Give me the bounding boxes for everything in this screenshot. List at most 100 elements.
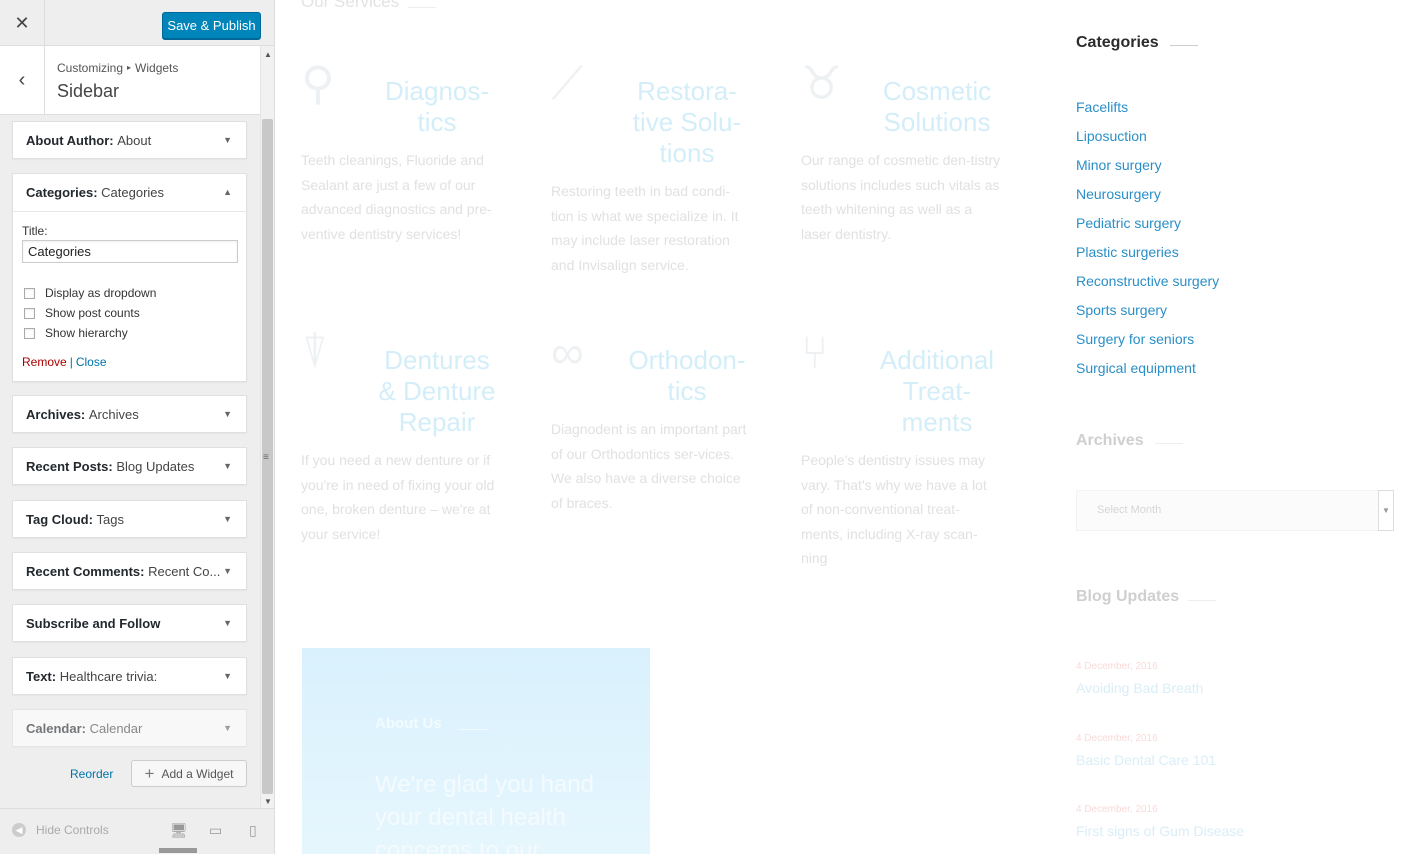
dropdown-checkbox[interactable] [24, 287, 35, 299]
breadcrumb-separator-icon: ▸ [127, 63, 132, 72]
widget-recent-comments[interactable]: Recent Comments: Recent Co... ▼ [12, 552, 247, 590]
breadcrumb: Customizing ▸ Widgets [57, 61, 178, 75]
collapse-icon: ◀ [12, 823, 26, 837]
expand-arrow-icon[interactable]: ▼ [223, 514, 232, 524]
category-link[interactable]: Pediatric surgery [1076, 209, 1219, 238]
dropdown-checkbox-row[interactable]: Display as dropdown [24, 286, 156, 300]
service-text: If you need a new denture or if you're i… [301, 452, 495, 542]
heading-divider [1155, 443, 1183, 444]
heading-divider [1188, 600, 1216, 601]
add-widget-button[interactable]: + Add a Widget [131, 760, 247, 787]
post-counts-checkbox[interactable] [24, 307, 35, 319]
customizer-topbar: ✕ Save & Publish [0, 0, 274, 46]
title-input[interactable] [22, 240, 238, 263]
service-title: Dentures & Denture Repair [378, 345, 496, 437]
widget-sublabel: Tags [96, 512, 125, 527]
post-counts-checkbox-row[interactable]: Show post counts [24, 306, 140, 320]
section-title: Sidebar [57, 81, 120, 101]
chevron-down-icon[interactable]: ▼ [1378, 490, 1394, 531]
expand-arrow-icon[interactable]: ▼ [223, 135, 232, 145]
widget-label: Subscribe and Follow [26, 616, 161, 631]
service-text: Our range of cosmetic den-tistry solutio… [801, 152, 1001, 242]
scroll-up-icon[interactable]: ▲ [264, 50, 272, 59]
widget-about-author[interactable]: About Author: About ▼ [12, 121, 247, 159]
about-section: About Us We're glad you hand your dental… [302, 648, 650, 854]
widget-categories: Categories: Categories ▲ Title: Display … [12, 173, 247, 382]
scroll-down-icon[interactable]: ▼ [264, 797, 272, 806]
widget-label: Categories: [26, 185, 98, 200]
post-title-link[interactable]: Basic Dental Care 101 [1076, 752, 1376, 768]
close-customizer-button[interactable]: ✕ [0, 0, 45, 46]
widget-label: Calendar: [26, 721, 86, 736]
widget-subscribe-follow[interactable]: Subscribe and Follow ▼ [12, 604, 247, 642]
service-title: Cosmetic Solutions [882, 76, 992, 137]
category-link[interactable]: Neurosurgery [1076, 180, 1219, 209]
post-title-link[interactable]: Avoiding Bad Breath [1076, 680, 1376, 696]
archives-select[interactable]: Select Month ▼ [1076, 490, 1394, 531]
widget-text[interactable]: Text: Healthcare trivia: ▼ [12, 657, 247, 695]
desktop-icon[interactable]: 🖥 [170, 822, 188, 839]
widget-sublabel: Categories [101, 185, 165, 200]
category-link[interactable]: Liposuction [1076, 122, 1219, 151]
breadcrumb-current: Widgets [135, 61, 179, 75]
remove-link[interactable]: Remove [22, 355, 67, 369]
collapse-arrow-icon[interactable]: ▲ [223, 187, 232, 197]
service-text: Restoring teeth in bad condi-tion is wha… [551, 183, 739, 273]
tablet-icon[interactable]: ▭ [209, 822, 222, 839]
hide-controls-label: Hide Controls [36, 823, 109, 837]
widget-sublabel: Recent Co... [148, 564, 221, 579]
category-link[interactable]: Surgical equipment [1076, 354, 1219, 383]
dental-chair-icon: ⑂ [801, 326, 829, 378]
category-link[interactable]: Plastic surgeries [1076, 238, 1219, 267]
title-field-label: Title: [22, 224, 48, 238]
widget-label: Archives: [26, 407, 86, 422]
service-text: Teeth cleanings, Fluoride and Sealant ar… [301, 152, 492, 242]
widget-sublabel: Archives [88, 407, 139, 422]
mobile-icon[interactable]: ▯ [249, 822, 257, 839]
post-date: 4 December, 2016 [1076, 733, 1158, 744]
back-arrow-icon: ‹ [18, 68, 26, 91]
post-date: 4 December, 2016 [1076, 804, 1158, 815]
panel-scrollbar[interactable]: ▲ ▼ [260, 46, 274, 808]
checkbox-label: Show hierarchy [45, 326, 128, 340]
customizer-panel: ✕ Save & Publish ‹ Customizing ▸ Widgets S… [0, 0, 275, 854]
expand-arrow-icon[interactable]: ▼ [223, 461, 232, 471]
category-link[interactable]: Reconstructive surgery [1076, 267, 1219, 296]
blog-post-item: 4 December, 2016 Basic Dental Care 101 [1076, 732, 1376, 768]
widget-calendar[interactable]: Calendar: Calendar ▼ [12, 709, 247, 747]
customizer-footer: ◀ Hide Controls 🖥 ▭ ▯ [0, 808, 274, 854]
category-link[interactable]: Sports surgery [1076, 296, 1219, 325]
expand-arrow-icon[interactable]: ▼ [223, 671, 232, 681]
hide-controls-button[interactable]: ◀ Hide Controls [12, 823, 109, 837]
hierarchy-checkbox[interactable] [24, 327, 35, 339]
widget-recent-posts[interactable]: Recent Posts: Blog Updates ▼ [12, 447, 247, 485]
category-link[interactable]: Facelifts [1076, 93, 1219, 122]
archives-select-value: Select Month [1097, 504, 1162, 516]
category-link[interactable]: Minor surgery [1076, 151, 1219, 180]
resize-handle-icon[interactable]: ≡ [263, 452, 269, 463]
widget-label: Tag Cloud: [26, 512, 93, 527]
post-title-link[interactable]: First signs of Gum Disease [1076, 823, 1376, 839]
add-widget-label: Add a Widget [161, 766, 234, 781]
hierarchy-checkbox-row[interactable]: Show hierarchy [24, 326, 128, 340]
category-link[interactable]: Surgery for seniors [1076, 325, 1219, 354]
action-separator: | [69, 355, 73, 369]
widget-label: Recent Comments: [26, 564, 145, 579]
close-link[interactable]: Close [76, 355, 107, 369]
expand-arrow-icon[interactable]: ▼ [223, 723, 232, 733]
widget-categories-header[interactable]: Categories: Categories ▲ [13, 174, 246, 212]
categories-heading: Categories [1076, 34, 1159, 51]
service-text: People's dentistry issues may vary. That… [801, 452, 987, 566]
expand-arrow-icon[interactable]: ▼ [223, 409, 232, 419]
expand-arrow-icon[interactable]: ▼ [223, 566, 232, 576]
back-button[interactable]: ‹ [0, 46, 45, 114]
about-label: About Us [375, 715, 442, 732]
save-publish-button[interactable]: Save & Publish [162, 12, 261, 39]
expand-arrow-icon[interactable]: ▼ [223, 618, 232, 628]
plus-icon: + [144, 763, 155, 783]
implant-icon: ⍒ [301, 326, 329, 378]
reorder-link[interactable]: Reorder [70, 767, 113, 781]
widget-tag-cloud[interactable]: Tag Cloud: Tags ▼ [12, 500, 247, 538]
service-title: Diagnos-tics [384, 76, 490, 137]
widget-archives[interactable]: Archives: Archives ▼ [12, 395, 247, 433]
